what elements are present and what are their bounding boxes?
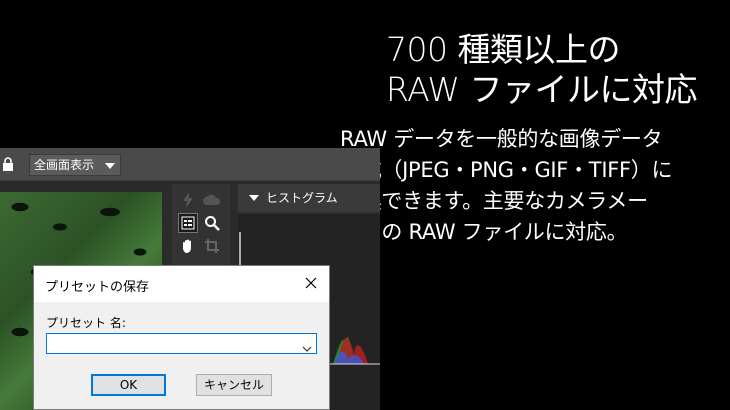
app-toolbar: 全画面表示 [0,148,380,181]
close-icon[interactable] [303,275,319,291]
preset-name-input[interactable] [47,334,295,353]
cancel-button[interactable]: キャンセル [196,374,272,396]
description-line-1: RAW データを一般的な画像データ [340,127,663,151]
crop-icon[interactable] [202,236,222,256]
dialog-titlebar: プリセットの保存 [34,266,329,302]
headline-line-1: 700 種類以上の [386,30,620,69]
histogram-panel-header[interactable]: ヒストグラム [238,184,380,212]
description-line-3: 変換できます。主要なカメラメー [340,189,648,213]
ok-button[interactable]: OK [91,374,166,396]
flash-icon[interactable] [178,190,198,210]
view-mode-select[interactable]: 全画面表示 [29,154,121,176]
save-preset-dialog: プリセットの保存 プリセット 名: OK キャンセル [33,265,330,410]
preset-name-combobox[interactable] [46,333,317,354]
chevron-down-icon[interactable] [302,339,312,352]
description-line-2: 形式（JPEG・PNG・GIF・TIFF）に [340,158,673,182]
description: RAW データを一般的な画像データ 形式（JPEG・PNG・GIF・TIFF）に… [340,124,728,248]
headline-line-2: RAW ファイルに対応 [386,70,697,109]
chevron-down-icon [105,163,115,169]
preset-name-label: プリセット 名: [46,316,126,330]
cloud-icon[interactable] [202,190,222,210]
hand-icon[interactable] [178,236,198,256]
collapse-triangle-icon [249,195,259,201]
list-icon[interactable] [178,213,198,233]
description-line-4: カーの RAW ファイルに対応。 [340,220,628,244]
view-mode-label: 全画面表示 [34,158,95,172]
lock-icon[interactable] [0,155,16,173]
headline: 700 種類以上の RAW ファイルに対応 [386,30,726,110]
zoom-icon[interactable] [202,213,222,233]
histogram-panel-title: ヒストグラム [266,191,338,205]
dialog-title: プリセットの保存 [45,280,150,295]
